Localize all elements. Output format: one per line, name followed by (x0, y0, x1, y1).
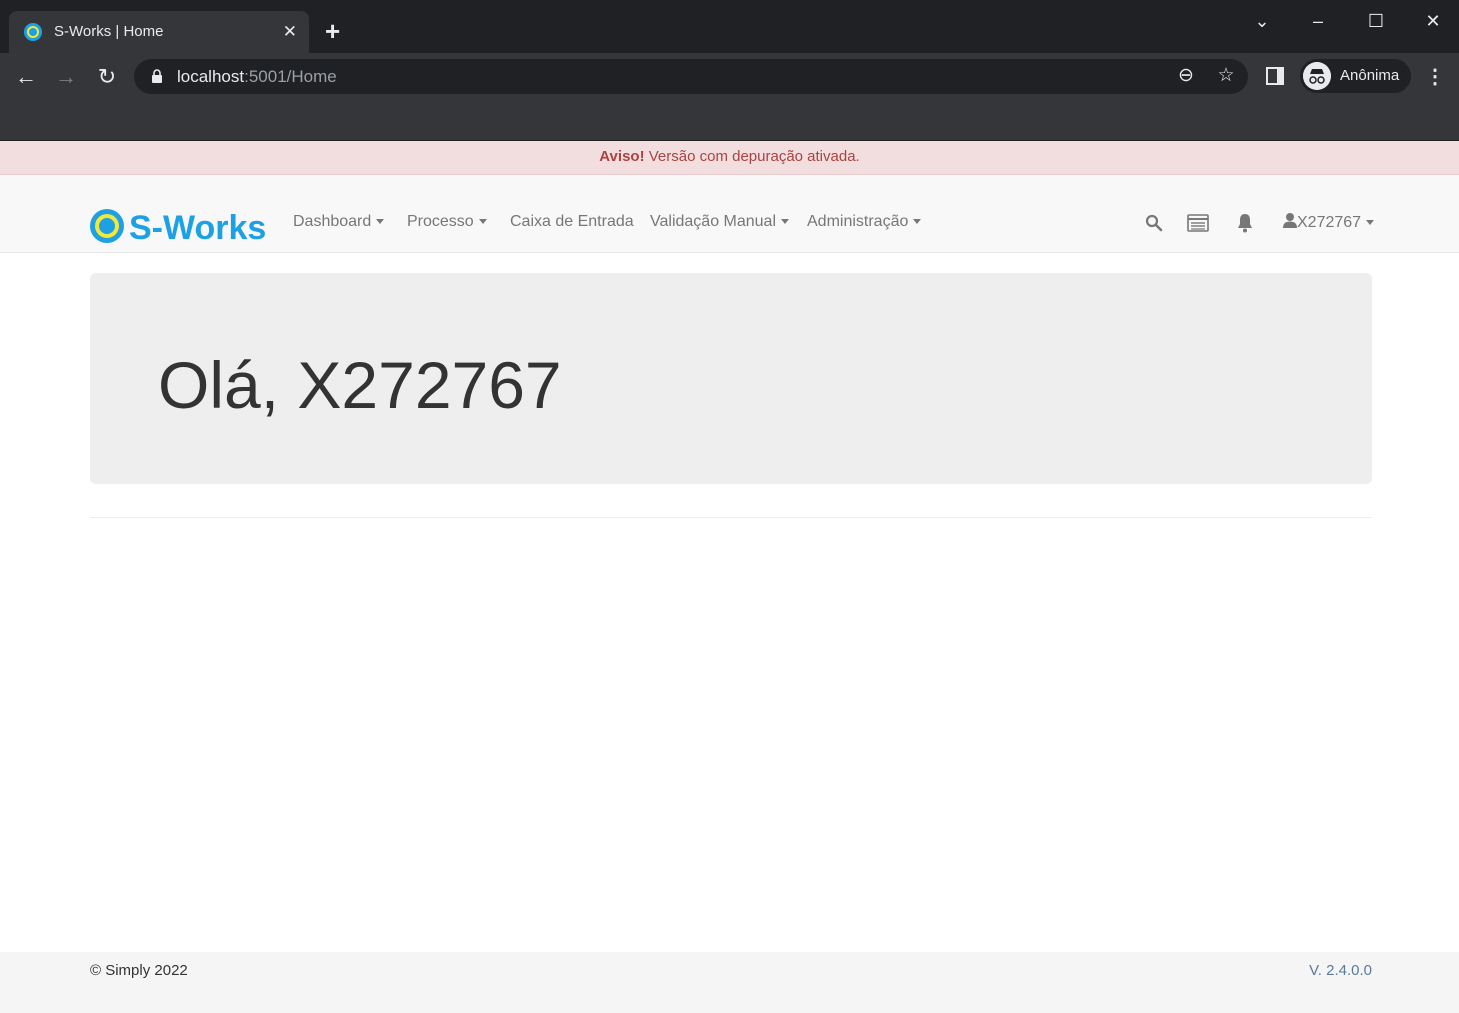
navbar: S-Works Dashboard Processo Caixa de Entr… (0, 175, 1459, 253)
divider (90, 517, 1372, 518)
caret-down-icon (376, 219, 385, 225)
brand-name: S-Works (129, 209, 267, 247)
lock-icon (152, 69, 162, 83)
caret-down-icon (913, 219, 922, 225)
bell-icon[interactable] (1236, 213, 1254, 233)
footer: © Simply 2022 V. 2.4.0.0 (0, 952, 1459, 1013)
sworks-logo-icon (90, 209, 124, 243)
caret-down-icon (1366, 220, 1375, 226)
search-icon[interactable] (1145, 214, 1163, 232)
side-panel-icon[interactable] (1266, 67, 1284, 85)
tab-search-icon[interactable]: ⌄ (1251, 10, 1273, 32)
debug-alert: Aviso! Versão com depuração ativada. (0, 141, 1459, 175)
caret-down-icon (781, 219, 790, 225)
bookmark-star-icon[interactable]: ☆ (1215, 65, 1237, 87)
version-text: V. 2.4.0.0 (1309, 962, 1372, 979)
bookmarks-bar (0, 100, 1459, 141)
caret-down-icon (478, 219, 487, 225)
nav-processo[interactable]: Processo (407, 213, 487, 231)
back-icon[interactable]: ← (13, 64, 39, 90)
browser-tab[interactable]: S-Works | Home ✕ (9, 11, 309, 53)
incognito-icon (1303, 62, 1331, 90)
profile-name: Anônima (1340, 67, 1400, 84)
greeting-heading: Olá, X272767 (158, 348, 562, 422)
browser-tab-strip: S-Works | Home ✕ + ⌄ – ☐ ✕ (0, 0, 1459, 53)
list-icon[interactable] (1187, 214, 1209, 232)
browser-menu-icon[interactable]: ⋮ (1424, 65, 1446, 89)
zoom-icon[interactable]: ⊖ (1175, 65, 1197, 87)
tab-close-icon[interactable]: ✕ (283, 23, 297, 40)
address-bar[interactable]: localhost:5001/Home ⊖ ☆ (134, 59, 1248, 94)
forward-icon[interactable]: → (53, 64, 79, 90)
tab-title: S-Works | Home (54, 23, 164, 40)
new-tab-button[interactable]: + (325, 18, 340, 44)
profile-button[interactable]: Anônima (1300, 59, 1411, 93)
nav-administracao[interactable]: Administração (807, 213, 922, 231)
user-icon (1283, 213, 1297, 228)
url-text: localhost:5001/Home (177, 67, 337, 86)
maximize-icon[interactable]: ☐ (1365, 10, 1387, 32)
minimize-icon[interactable]: – (1307, 10, 1329, 32)
alert-strong: Aviso! (599, 148, 645, 165)
user-name: X272767 (1297, 214, 1362, 231)
alert-message: Versão com depuração ativada. (644, 148, 860, 165)
close-window-icon[interactable]: ✕ (1422, 10, 1444, 32)
nav-caixa-de-entrada[interactable]: Caixa de Entrada (510, 213, 634, 231)
copyright-text: © Simply 2022 (90, 962, 188, 979)
browser-toolbar: ← → ↻ localhost:5001/Home ⊖ ☆ Anônima ⋮ (0, 53, 1459, 100)
user-menu[interactable]: X272767 (1283, 213, 1375, 232)
nav-validacao-manual[interactable]: Validação Manual (650, 213, 790, 231)
jumbotron: Olá, X272767 (90, 273, 1372, 484)
nav-dashboard[interactable]: Dashboard (293, 213, 385, 231)
reload-icon[interactable]: ↻ (94, 64, 120, 90)
sworks-favicon-icon (24, 23, 42, 41)
